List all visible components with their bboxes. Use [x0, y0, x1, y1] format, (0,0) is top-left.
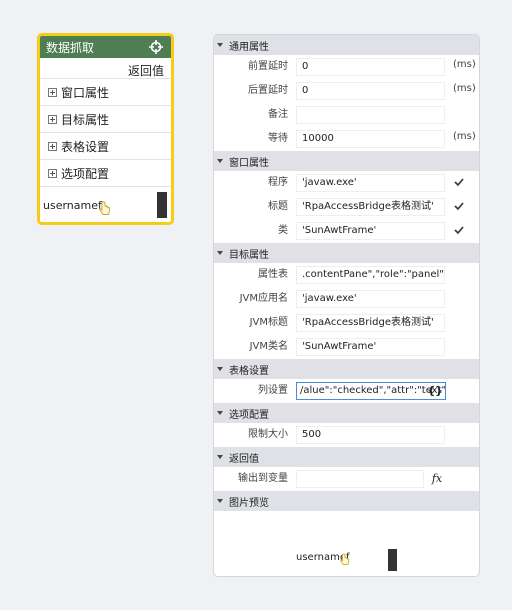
section-header-general[interactable]: 通用属性	[214, 35, 479, 55]
node-section-target[interactable]: 目标属性	[40, 106, 171, 133]
crosshair-icon[interactable]	[149, 40, 163, 54]
node-image-preview: usernamef	[40, 191, 171, 219]
collapse-triangle-icon[interactable]	[217, 43, 223, 47]
section-title: 选项配置	[229, 409, 269, 421]
note-input[interactable]	[296, 106, 445, 124]
checkmark-icon[interactable]	[454, 177, 464, 187]
field-label: 后置延时	[248, 85, 288, 96]
node-section-label: 表格设置	[61, 139, 110, 154]
row-output: 输出到变量 fx	[214, 467, 479, 491]
row-caption: 标题 'RpaAccessBridge表格测试'	[214, 195, 479, 219]
expand-icon[interactable]	[48, 87, 57, 97]
preview-dark-bar	[388, 549, 397, 571]
columns-value: /alue":"checked","attr":"text"}]	[300, 385, 446, 396]
field-label: 列设置	[258, 385, 288, 396]
node-return-label: 返回值	[40, 58, 171, 79]
collapse-triangle-icon[interactable]	[217, 159, 223, 163]
hand-cursor-icon	[99, 201, 110, 215]
node-section-label: 窗口属性	[61, 85, 110, 100]
field-label: JVM标题	[249, 317, 288, 328]
row-note: 备注	[214, 103, 479, 127]
field-label: 前置延时	[248, 61, 288, 72]
jvm-app-input[interactable]: 'javaw.exe'	[296, 290, 445, 308]
field-label: 属性表	[258, 269, 288, 280]
output-variable-input[interactable]	[296, 470, 424, 488]
node-section-options[interactable]: 选项配置	[40, 160, 171, 187]
jvm-class-input[interactable]: 'SunAwtFrame'	[296, 338, 445, 356]
section-header-return[interactable]: 返回值	[214, 447, 479, 467]
row-columns: 列设置 /alue":"checked","attr":"text"}] {}	[214, 379, 479, 403]
data-capture-node[interactable]: 数据抓取 返回值 窗口属性 目标属性 表格设置 选项配置 usernamef	[37, 33, 174, 225]
section-header-preview[interactable]: 图片预览	[214, 491, 479, 511]
preview-text: usernamef	[43, 198, 102, 212]
expand-icon[interactable]	[48, 141, 57, 151]
post-delay-input[interactable]: 0	[296, 82, 445, 100]
section-header-window[interactable]: 窗口属性	[214, 151, 479, 171]
node-section-table[interactable]: 表格设置	[40, 133, 171, 160]
json-edit-icon[interactable]: {}	[427, 383, 443, 399]
checkmark-icon[interactable]	[454, 225, 464, 235]
collapse-triangle-icon[interactable]	[217, 455, 223, 459]
panel-image-preview: usernamef	[290, 548, 400, 572]
wait-input[interactable]: 10000	[296, 130, 445, 148]
row-post-delay: 后置延时 0 (ms)	[214, 79, 479, 103]
row-jvm-title: JVM标题 'RpaAccessBridge表格测试'	[214, 311, 479, 335]
expand-icon[interactable]	[48, 114, 57, 124]
node-header[interactable]: 数据抓取	[40, 36, 171, 58]
collapse-triangle-icon[interactable]	[217, 499, 223, 503]
row-jvm-class: JVM类名 'SunAwtFrame'	[214, 335, 479, 359]
section-header-target[interactable]: 目标属性	[214, 243, 479, 263]
collapse-triangle-icon[interactable]	[217, 411, 223, 415]
pre-delay-input[interactable]: 0	[296, 58, 445, 76]
section-title: 通用属性	[229, 41, 269, 53]
row-limit: 限制大小 500	[214, 423, 479, 447]
property-panel: 通用属性 前置延时 0 (ms) 后置延时 0 (ms) 备注 等待 10000…	[213, 34, 480, 577]
class-input[interactable]: 'SunAwtFrame'	[296, 222, 445, 240]
section-title: 窗口属性	[229, 157, 269, 169]
expand-icon[interactable]	[48, 168, 57, 178]
program-input[interactable]: 'javaw.exe'	[296, 174, 445, 192]
field-label: 限制大小	[248, 429, 288, 440]
unit-label: (ms)	[453, 83, 476, 94]
preview-dark-bar	[157, 192, 167, 218]
field-label: 标题	[268, 201, 288, 212]
fx-function-icon[interactable]: fx	[428, 470, 446, 488]
section-title: 目标属性	[229, 249, 269, 261]
field-label: 等待	[268, 133, 288, 144]
unit-label: (ms)	[453, 59, 476, 70]
section-title: 图片预览	[229, 497, 269, 509]
section-title: 返回值	[229, 453, 259, 465]
columns-input[interactable]: /alue":"checked","attr":"text"}] {}	[296, 382, 446, 400]
section-title: 表格设置	[229, 365, 269, 377]
row-wait: 等待 10000 (ms)	[214, 127, 479, 151]
node-title: 数据抓取	[46, 40, 95, 55]
row-attr-table: 属性表 .contentPane","role":"panel"}]	[214, 263, 479, 287]
unit-label: (ms)	[453, 131, 476, 142]
caption-input[interactable]: 'RpaAccessBridge表格测试'	[296, 198, 445, 216]
field-label: 备注	[268, 109, 288, 120]
row-pre-delay: 前置延时 0 (ms)	[214, 55, 479, 79]
limit-input[interactable]: 500	[296, 426, 445, 444]
row-class: 类 'SunAwtFrame'	[214, 219, 479, 243]
section-header-options[interactable]: 选项配置	[214, 403, 479, 423]
field-label: 输出到变量	[238, 473, 288, 484]
field-label: 程序	[268, 177, 288, 188]
node-section-window[interactable]: 窗口属性	[40, 79, 171, 106]
section-header-table[interactable]: 表格设置	[214, 359, 479, 379]
hand-cursor-icon	[340, 553, 350, 565]
field-label: JVM应用名	[239, 293, 288, 304]
collapse-triangle-icon[interactable]	[217, 251, 223, 255]
collapse-triangle-icon[interactable]	[217, 367, 223, 371]
attr-table-input[interactable]: .contentPane","role":"panel"}]	[296, 266, 445, 284]
field-label: JVM类名	[249, 341, 288, 352]
jvm-title-input[interactable]: 'RpaAccessBridge表格测试'	[296, 314, 445, 332]
row-program: 程序 'javaw.exe'	[214, 171, 479, 195]
node-section-label: 目标属性	[61, 112, 110, 127]
row-jvm-app: JVM应用名 'javaw.exe'	[214, 287, 479, 311]
field-label: 类	[278, 225, 288, 236]
node-section-label: 选项配置	[61, 166, 110, 181]
checkmark-icon[interactable]	[454, 201, 464, 211]
